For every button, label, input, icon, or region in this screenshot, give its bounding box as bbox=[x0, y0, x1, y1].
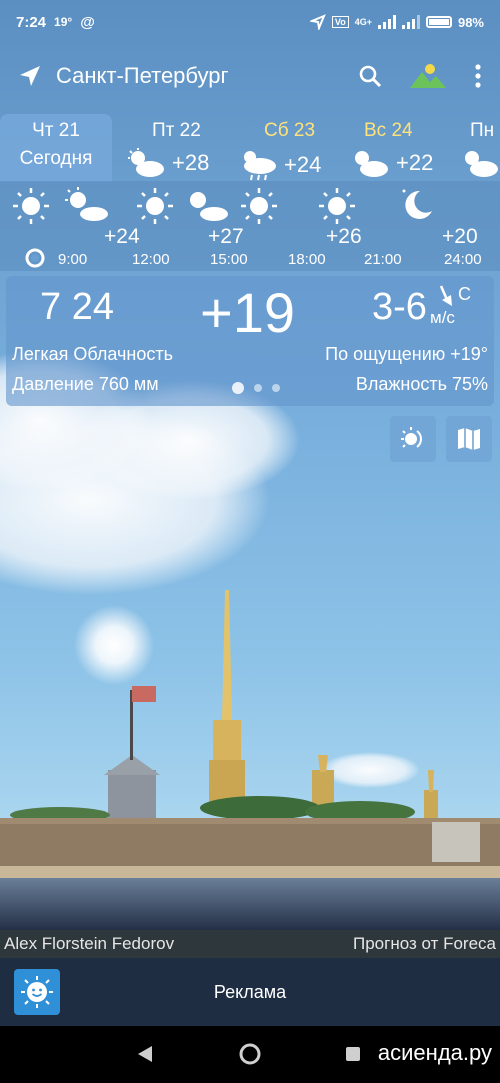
forecast-credit[interactable]: Прогноз от Foreca bbox=[353, 934, 496, 954]
app-logo-icon bbox=[14, 969, 60, 1015]
day-name: Вс 24 bbox=[364, 120, 413, 141]
location-status-icon bbox=[309, 14, 326, 30]
page-dot bbox=[254, 384, 262, 392]
sun-cloud-icon bbox=[65, 187, 108, 221]
humidity: Влажность 75% bbox=[355, 374, 488, 394]
lte-icon: 4G+ bbox=[354, 17, 372, 27]
feels-like: По ощущению +19° bbox=[325, 344, 488, 364]
tab-day-sat[interactable]: Сб 23 +24 bbox=[224, 114, 336, 182]
sun-settings-button[interactable] bbox=[390, 416, 436, 462]
sun-icon bbox=[319, 188, 355, 224]
sun-gear-icon bbox=[401, 427, 422, 448]
day-name: Сб 23 bbox=[264, 120, 316, 141]
status-at: @ bbox=[80, 13, 95, 31]
app-bar: Санкт-Петербург bbox=[0, 48, 500, 104]
wind-arrow-icon bbox=[439, 285, 452, 306]
map-icon bbox=[458, 428, 480, 450]
credits-bar: Alex Florstein Fedorov Прогноз от Foreca bbox=[0, 930, 500, 958]
current-temp: +19 bbox=[200, 281, 295, 344]
tab-day-sun[interactable]: Вс 24 +22 bbox=[336, 114, 448, 182]
day-temp: +22 bbox=[396, 150, 434, 175]
battery-percent: 98% bbox=[457, 14, 484, 30]
sun-icon bbox=[241, 188, 277, 224]
day-tabs: Чт 21 Сегодня Пт 22 +28 Сб 23 +24 Вс 24 … bbox=[0, 114, 500, 182]
day-sub: Сегодня bbox=[19, 148, 93, 169]
landscape-icon[interactable] bbox=[410, 62, 446, 90]
more-vert-icon[interactable] bbox=[474, 64, 482, 88]
recents-icon[interactable] bbox=[344, 1045, 362, 1063]
signal-icon bbox=[377, 15, 396, 29]
tab-day-today[interactable]: Чт 21 Сегодня bbox=[0, 114, 112, 182]
wind-direction: С bbox=[458, 284, 471, 304]
day-temp: +28 bbox=[172, 150, 210, 175]
ad-label: Реклама bbox=[213, 981, 287, 1002]
hourly-time: 24:00 bbox=[444, 251, 482, 268]
hourly-temp: +26 bbox=[326, 225, 362, 248]
hourly-temp: +27 bbox=[208, 225, 244, 248]
wind-unit: м/с bbox=[430, 308, 455, 327]
hourly-temp: +24 bbox=[104, 225, 140, 248]
pressure: Давление 760 мм bbox=[12, 374, 159, 394]
tab-day-mon[interactable]: Пн bbox=[448, 114, 500, 182]
hourly-time: 21:00 bbox=[364, 251, 402, 268]
page-indicator bbox=[232, 382, 280, 394]
sun-icon bbox=[13, 188, 49, 224]
sun-cloud-icon bbox=[465, 151, 498, 177]
tab-day-fri[interactable]: Пт 22 +28 bbox=[112, 114, 224, 182]
condition-text: Легкая Облачность bbox=[12, 344, 173, 364]
signal-2-icon bbox=[401, 15, 420, 29]
hourly-time: 9:00 bbox=[58, 251, 88, 268]
sun-icon bbox=[137, 188, 173, 224]
hourly-temp: +20 bbox=[442, 225, 478, 248]
page-dot bbox=[272, 384, 280, 392]
day-name: Пн bbox=[470, 120, 495, 141]
hourly-forecast[interactable]: +24 +27 +26 +20 9:00 12:00 15:00 18:00 2… bbox=[0, 181, 500, 271]
status-time: 7:24 bbox=[16, 13, 47, 31]
hourly-time: 18:00 bbox=[288, 251, 326, 268]
home-icon[interactable] bbox=[238, 1042, 262, 1066]
map-button[interactable] bbox=[446, 416, 492, 462]
battery-icon bbox=[425, 16, 452, 28]
volte-icon: Vo bbox=[331, 16, 349, 28]
watermark: асиенда.ру bbox=[377, 1040, 492, 1065]
day-temp: +24 bbox=[284, 152, 322, 177]
moon-icon bbox=[402, 189, 432, 219]
city-title[interactable]: Санкт-Петербург bbox=[56, 63, 229, 89]
photo-credit[interactable]: Alex Florstein Fedorov bbox=[4, 934, 174, 954]
location-arrow-icon[interactable] bbox=[18, 64, 42, 88]
page-dot bbox=[232, 382, 244, 394]
status-bar: 7:24 19° @ Vo 4G+ 98% bbox=[0, 0, 500, 44]
sun-cloud-icon bbox=[355, 151, 388, 177]
current-time: 7 24 bbox=[40, 286, 114, 328]
wind-speed: 3-6 bbox=[372, 286, 427, 328]
ad-bar[interactable]: Реклама bbox=[0, 958, 500, 1026]
search-icon[interactable] bbox=[358, 64, 382, 88]
current-conditions-card[interactable]: 7 24 +19 3-6 С м/с Легкая Облачность По … bbox=[6, 276, 494, 406]
status-temp: 19° bbox=[54, 15, 73, 29]
hourly-time: 12:00 bbox=[132, 251, 170, 268]
back-icon[interactable] bbox=[136, 1044, 154, 1064]
nav-bar: асиенда.ру bbox=[0, 1026, 500, 1083]
sun-rain-cloud-icon bbox=[244, 151, 276, 181]
day-name: Пт 22 bbox=[152, 120, 201, 141]
sun-cloud-icon bbox=[190, 192, 228, 221]
hourly-time: 15:00 bbox=[210, 251, 248, 268]
day-name: Чт 21 bbox=[32, 120, 80, 141]
current-time-indicator-icon bbox=[25, 248, 45, 268]
sun-cloud-icon bbox=[128, 148, 164, 177]
